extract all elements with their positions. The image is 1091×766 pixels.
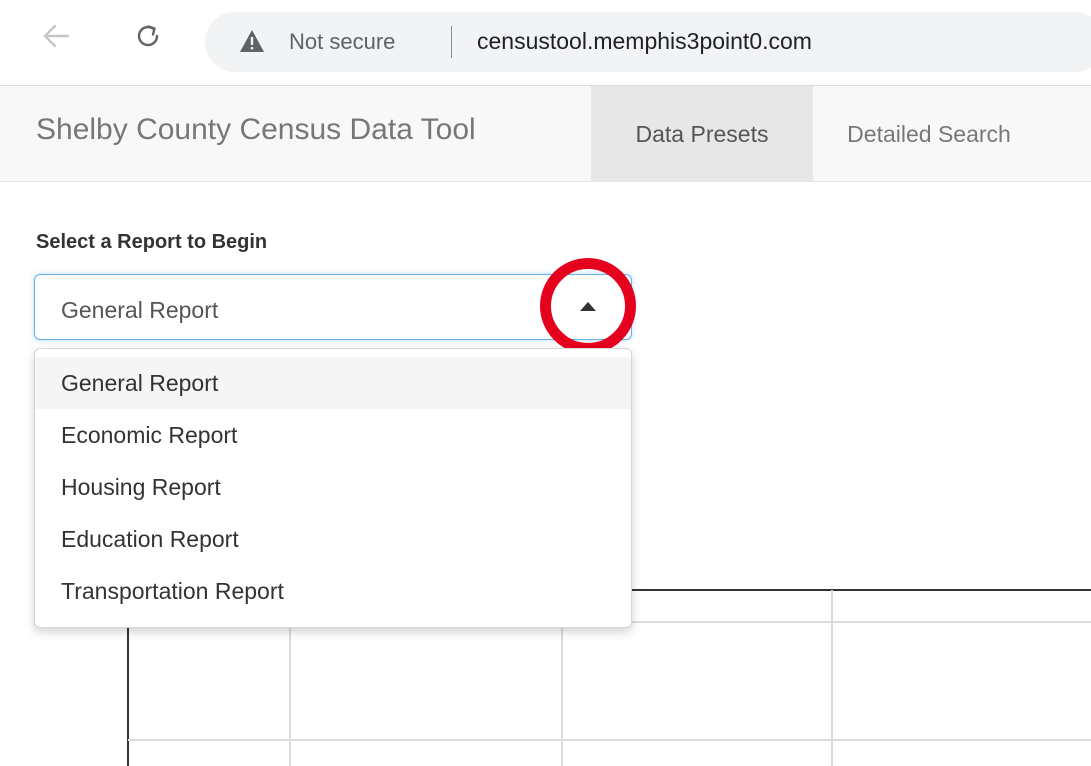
dropdown-option-transportation-report[interactable]: Transportation Report [35, 565, 631, 617]
warning-icon [240, 30, 264, 52]
url-divider [451, 26, 452, 58]
arrow-left-icon [43, 24, 70, 48]
dropdown-option-general-report[interactable]: General Report [35, 357, 631, 409]
dropdown-option-education-report[interactable]: Education Report [35, 513, 631, 565]
dropdown-option-economic-report[interactable]: Economic Report [35, 409, 631, 461]
tab-data-presets[interactable]: Data Presets [591, 86, 813, 182]
reload-button[interactable] [128, 16, 168, 56]
url-text[interactable]: censustool.memphis3point0.com [477, 28, 812, 55]
page: Not secure censustool.memphis3point0.com… [0, 0, 1091, 766]
report-select[interactable]: General Report [34, 274, 632, 340]
report-select-value: General Report [61, 297, 219, 323]
caret-up-icon[interactable] [580, 302, 596, 311]
security-status[interactable]: Not secure [289, 29, 395, 55]
dropdown-option-housing-report[interactable]: Housing Report [35, 461, 631, 513]
report-select-label: Select a Report to Begin [36, 231, 268, 253]
report-dropdown-menu: General Report Economic Report Housing R… [34, 348, 632, 628]
app-navbar: Shelby County Census Data Tool Data Pres… [0, 86, 1091, 182]
back-button[interactable] [36, 16, 76, 56]
app-brand[interactable]: Shelby County Census Data Tool [36, 113, 476, 147]
browser-toolbar: Not secure censustool.memphis3point0.com [0, 0, 1091, 86]
address-bar[interactable]: Not secure censustool.memphis3point0.com [205, 12, 1091, 72]
reload-icon [137, 25, 159, 47]
tab-detailed-search[interactable]: Detailed Search [813, 86, 1045, 182]
